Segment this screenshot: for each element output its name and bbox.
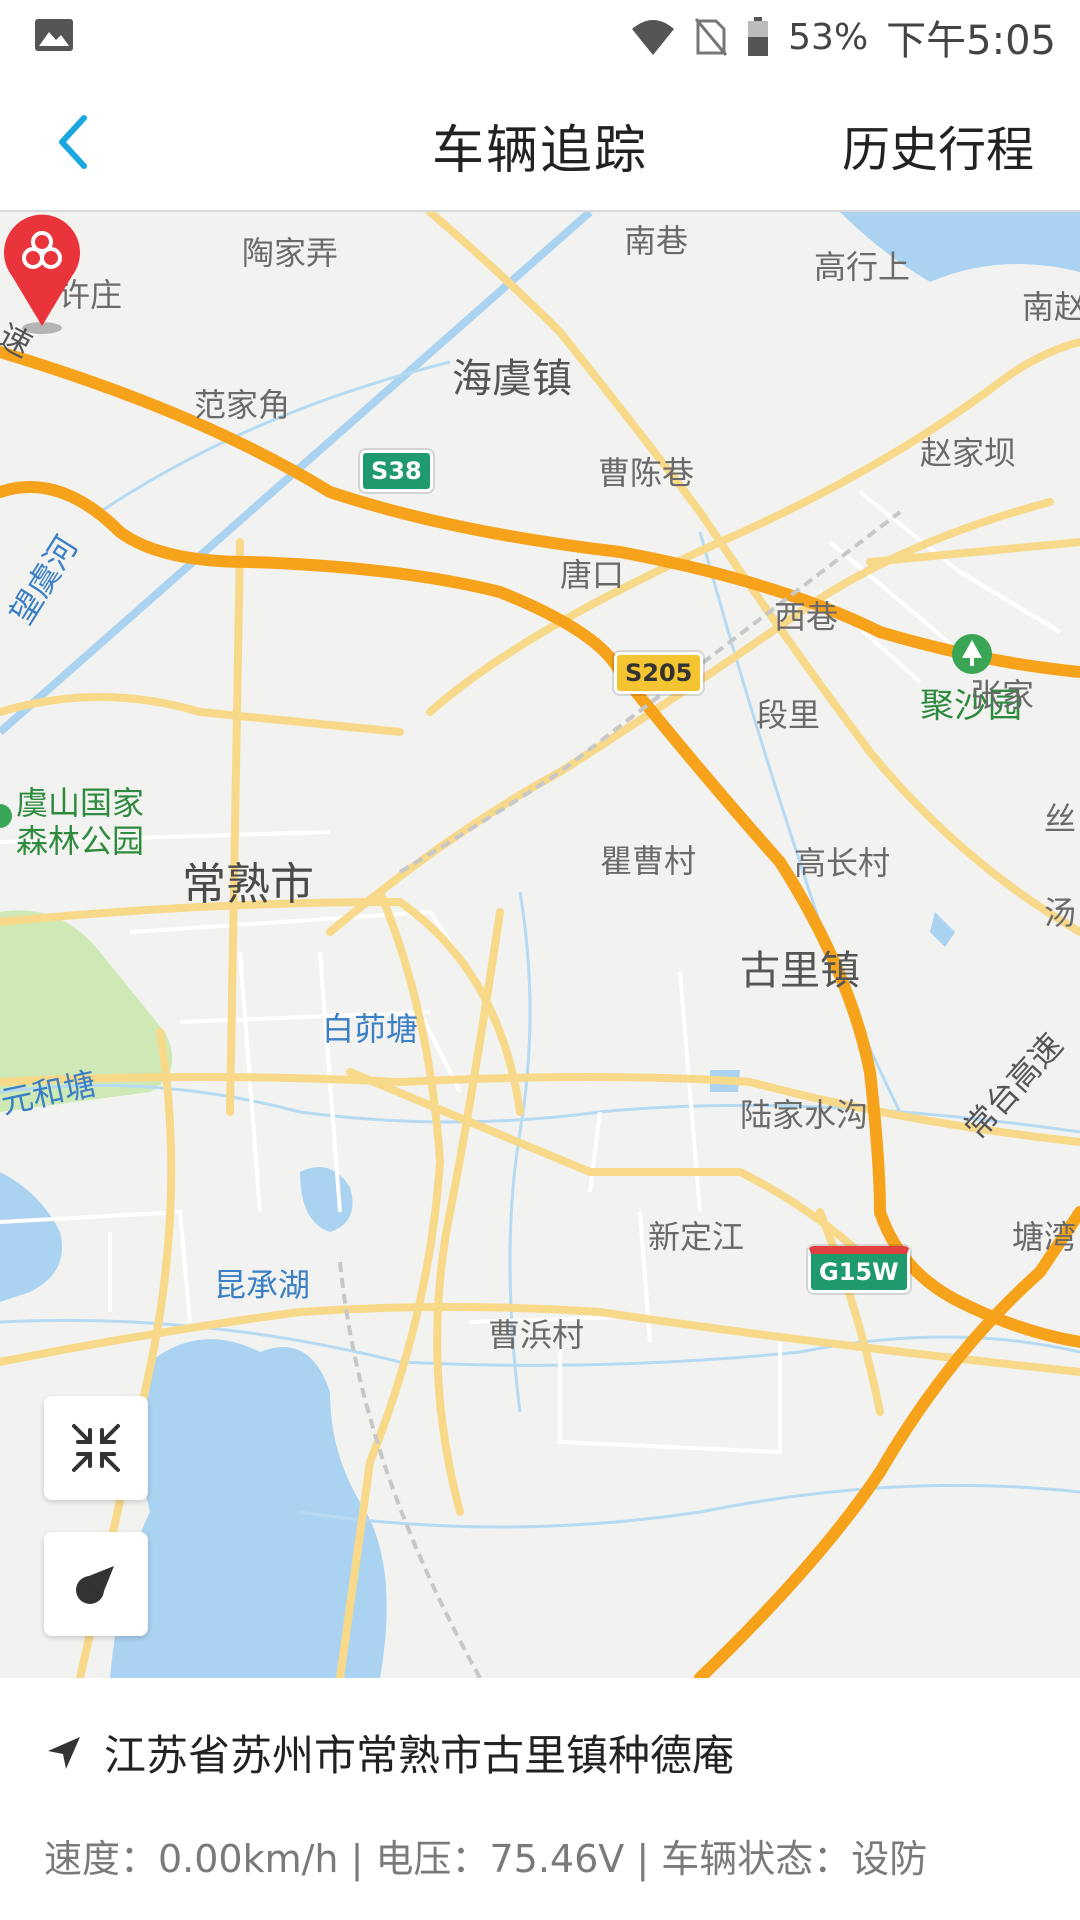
vehicle-location-marker-icon[interactable]: [0, 212, 84, 336]
road-shield-g15w: G15W: [808, 1246, 910, 1293]
compass-icon: [76, 1566, 114, 1604]
map-label-gaoxingshang: 高行上: [814, 248, 911, 286]
battery-icon: [748, 17, 769, 56]
map-label-changshushi: 常熟市: [182, 859, 314, 910]
map-label-gaochangcun: 高长村: [794, 844, 891, 882]
wifi-icon: [632, 20, 675, 55]
map-label-haiyuzhen: 海虞镇: [452, 356, 572, 402]
address-row: 江苏省苏州市常熟市古里镇种德庵: [44, 1722, 734, 1783]
status-bar: 53% 下午5:05: [0, 0, 1080, 74]
map-label-zhangjia: 张家: [970, 676, 1035, 714]
map-label-yushan-park: 虞山国家 森林公园: [16, 784, 145, 860]
map-label-tangkou: 唐口: [560, 556, 625, 594]
map-label-caobangcun: 曹浜村: [488, 1316, 585, 1354]
map-label-baimaotang: 白茆塘: [322, 1010, 419, 1048]
map-canvas: [0, 212, 1080, 1678]
fullscreen-toggle-button[interactable]: [44, 1396, 148, 1500]
map-label-nanzhao: 南赵: [1022, 288, 1080, 326]
map-label-tang: 汤: [1044, 894, 1077, 932]
road-shield-s205: S205: [614, 652, 704, 694]
vehicle-info-panel: 江苏省苏州市常熟市古里镇种德庵 速度：0.00km/h | 电压：75.46V …: [0, 1678, 1080, 1920]
map-label-qucaocun: 瞿曹村: [600, 842, 697, 880]
map-label-fanjiajiao: 范家角: [194, 386, 291, 424]
title-bar: 车辆追踪 历史行程: [0, 74, 1080, 212]
map-label-zhaojiaba: 赵家坝: [920, 434, 1017, 472]
map-label-nanxiang: 南巷: [624, 222, 689, 260]
vehicle-stats: 速度：0.00km/h | 电压：75.46V | 车辆状态：设防: [44, 1837, 928, 1881]
map-label-si: 丝: [1044, 800, 1077, 838]
map-view[interactable]: 陶家弄 南巷 高行上 许庄 南赵 海虞镇 范家角 曹陈巷 赵家坝 唐口 聚沙园 …: [0, 212, 1080, 1678]
map-label-lujiashuigou: 陆家水沟: [740, 1096, 869, 1134]
no-sim-icon: [695, 18, 728, 56]
image-icon: [35, 19, 73, 51]
map-label-tangwan: 塘湾: [1012, 1218, 1077, 1256]
map-label-gulizhen: 古里镇: [740, 948, 860, 994]
map-label-xixiang: 西巷: [774, 598, 839, 636]
map-label-taojianong: 陶家弄: [242, 234, 339, 272]
battery-percent: 53%: [788, 16, 869, 58]
park-pin-icon: [0, 804, 12, 828]
road-shield-s38: S38: [360, 450, 433, 492]
compress-arrows-icon: [72, 1424, 120, 1472]
clock: 下午5:05: [886, 18, 1056, 64]
map-label-xindingjiang: 新定江: [648, 1218, 745, 1256]
locate-button[interactable]: [44, 1532, 148, 1636]
history-trips-button[interactable]: 历史行程: [842, 110, 1034, 180]
map-label-kunchenghu: 昆承湖: [214, 1266, 311, 1304]
vehicle-address: 江苏省苏州市常熟市古里镇种德庵: [104, 1731, 735, 1780]
map-label-caochenxiang: 曹陈巷: [598, 454, 695, 492]
map-label-duanli: 段里: [756, 696, 821, 734]
navigation-arrow-icon: [48, 1736, 80, 1769]
